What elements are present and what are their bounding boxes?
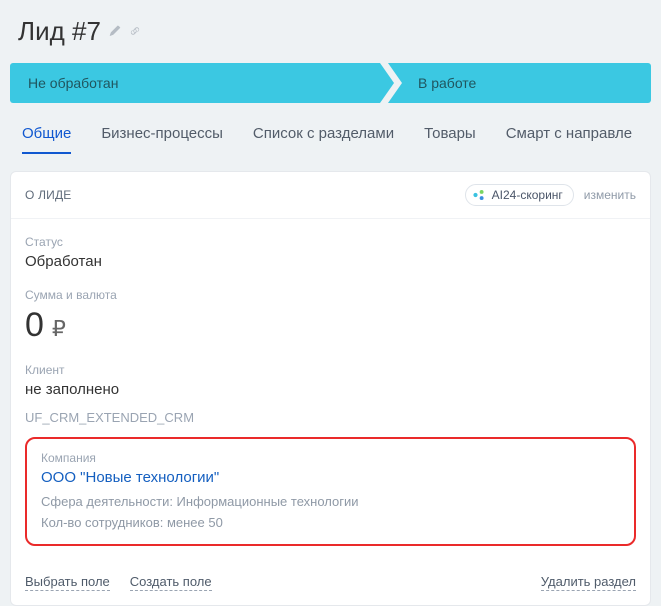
- stage-label: Не обработан: [28, 75, 118, 91]
- stage-label: В работе: [418, 75, 476, 91]
- field-amount: Сумма и валюта 0 ₽: [25, 280, 636, 355]
- ai-scoring-badge[interactable]: AI24-скоринг: [465, 184, 574, 206]
- stage-not-processed[interactable]: Не обработан: [10, 63, 380, 103]
- link-icon[interactable]: [129, 24, 141, 40]
- company-highlight-box: Компания ООО "Новые технологии" Сфера де…: [25, 437, 636, 546]
- company-employees: Кол-во сотрудников: менее 50: [41, 515, 620, 530]
- delete-section-link[interactable]: Удалить раздел: [541, 574, 636, 591]
- company-industry: Сфера деятельности: Информационные техно…: [41, 494, 620, 509]
- card-footer: Выбрать поле Создать поле Удалить раздел: [11, 560, 650, 605]
- field-status: Статус Обработан: [25, 227, 636, 280]
- header: Лид #7: [0, 10, 661, 63]
- card-title: О ЛИДЕ: [25, 188, 72, 202]
- edit-icon[interactable]: [109, 24, 121, 40]
- card-body: Статус Обработан Сумма и валюта 0 ₽ Клие…: [11, 219, 650, 560]
- tab-list-sections[interactable]: Список с разделами: [253, 125, 394, 154]
- card-actions: AI24-скоринг изменить: [465, 184, 636, 206]
- field-value: Обработан: [25, 253, 636, 270]
- field-uf-code: UF_CRM_EXTENDED_CRM: [25, 408, 636, 431]
- page-title: Лид #7: [18, 16, 101, 47]
- amount-number: 0: [25, 306, 44, 345]
- tab-general[interactable]: Общие: [22, 125, 71, 154]
- change-link[interactable]: изменить: [584, 188, 636, 202]
- tab-business-processes[interactable]: Бизнес-процессы: [101, 125, 223, 154]
- field-label: Клиент: [25, 363, 636, 377]
- field-value: не заполнено: [25, 381, 636, 398]
- create-field-link[interactable]: Создать поле: [130, 574, 212, 591]
- stage-bar: Не обработан В работе: [0, 63, 661, 103]
- ai-badge-label: AI24-скоринг: [492, 188, 563, 202]
- company-name-link[interactable]: ООО "Новые технологии": [41, 469, 620, 486]
- field-label: Статус: [25, 235, 636, 249]
- stage-in-progress[interactable]: В работе: [388, 63, 651, 103]
- field-client: Клиент не заполнено: [25, 355, 636, 408]
- company-label: Компания: [41, 451, 620, 465]
- card-header: О ЛИДЕ AI24-скоринг изменить: [11, 172, 650, 219]
- about-lead-card: О ЛИДЕ AI24-скоринг изменить Статус Обра…: [10, 171, 651, 606]
- currency-symbol: ₽: [52, 316, 66, 342]
- field-label: Сумма и валюта: [25, 288, 636, 302]
- select-field-link[interactable]: Выбрать поле: [25, 574, 110, 591]
- ai-icon: [472, 188, 486, 202]
- tab-smart[interactable]: Смарт с направле: [506, 125, 632, 154]
- tab-products[interactable]: Товары: [424, 125, 476, 154]
- tabs: Общие Бизнес-процессы Список с разделами…: [0, 103, 661, 155]
- field-value: 0 ₽: [25, 306, 636, 345]
- footer-left: Выбрать поле Создать поле: [25, 574, 212, 591]
